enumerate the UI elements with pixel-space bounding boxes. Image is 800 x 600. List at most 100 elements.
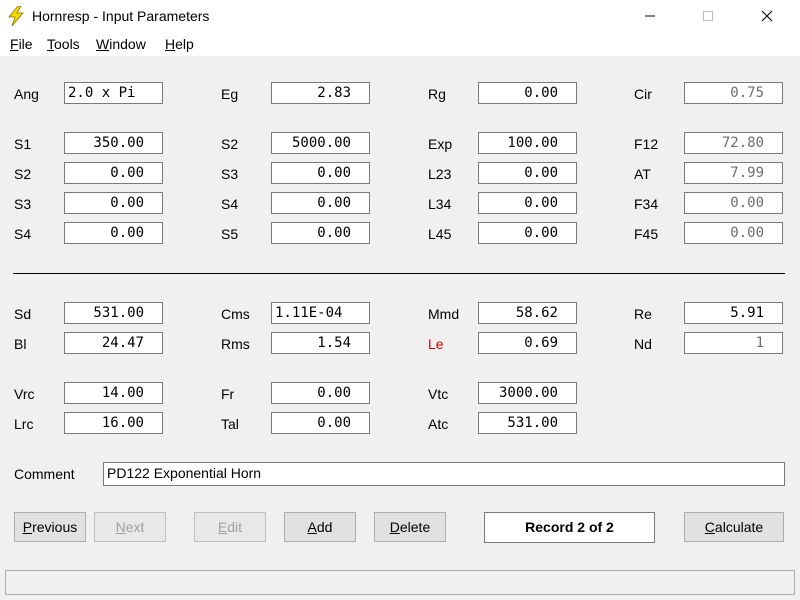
previous-button[interactable]: Previous bbox=[14, 512, 86, 542]
delete-label: elete bbox=[399, 519, 431, 535]
title-bar[interactable]: Hornresp - Input Parameters bbox=[0, 0, 800, 32]
eg-field[interactable]: 2.83 bbox=[271, 82, 370, 104]
vtc-field[interactable]: 3000.00 bbox=[478, 382, 577, 404]
calculate-button[interactable]: Calculate bbox=[684, 512, 784, 542]
mmd-field[interactable]: 58.62 bbox=[478, 302, 577, 324]
menu-help-label: elp bbox=[175, 36, 194, 52]
f45-field: 0.00 bbox=[684, 222, 783, 244]
sd-field[interactable]: 531.00 bbox=[64, 302, 163, 324]
atc-field[interactable]: 531.00 bbox=[478, 412, 577, 434]
calculate-mnemonic: C bbox=[704, 519, 715, 535]
f12-field: 72.80 bbox=[684, 132, 783, 154]
exp-field[interactable]: 100.00 bbox=[478, 132, 577, 154]
s4-field[interactable]: 0.00 bbox=[271, 192, 370, 214]
lrc-label: Lrc bbox=[14, 416, 34, 432]
fr-label: Fr bbox=[221, 386, 235, 402]
record-indicator: Record 2 of 2 bbox=[484, 512, 655, 543]
s2-seg2-field[interactable]: 0.00 bbox=[64, 162, 163, 184]
lightning-bolt-icon bbox=[8, 6, 24, 26]
close-button[interactable] bbox=[744, 0, 790, 32]
maximize-icon bbox=[703, 11, 713, 21]
window-title: Hornresp - Input Parameters bbox=[32, 8, 210, 24]
l34-label: L34 bbox=[428, 196, 452, 212]
delete-button[interactable]: Delete bbox=[374, 512, 446, 542]
menu-window[interactable]: Window bbox=[96, 36, 146, 52]
rg-label: Rg bbox=[428, 86, 446, 102]
next-button[interactable]: Next bbox=[94, 512, 166, 542]
fr-field[interactable]: 0.00 bbox=[271, 382, 370, 404]
atc-label: Atc bbox=[428, 416, 449, 432]
le-field[interactable]: 0.69 bbox=[478, 332, 577, 354]
tal-field[interactable]: 0.00 bbox=[271, 412, 370, 434]
s2-seg2-label: S2 bbox=[14, 166, 32, 182]
vrc-label: Vrc bbox=[14, 386, 35, 402]
re-label: Re bbox=[634, 306, 652, 322]
mmd-label: Mmd bbox=[428, 306, 460, 322]
s2-label: S2 bbox=[221, 136, 239, 152]
cir-label: Cir bbox=[634, 86, 652, 102]
edit-button[interactable]: Edit bbox=[194, 512, 266, 542]
exp-label: Exp bbox=[428, 136, 453, 152]
calculate-label: alculate bbox=[714, 519, 764, 535]
s2-field[interactable]: 5000.00 bbox=[271, 132, 370, 154]
cms-label: Cms bbox=[221, 306, 250, 322]
menu-tools[interactable]: Tools bbox=[47, 36, 80, 52]
l45-field[interactable]: 0.00 bbox=[478, 222, 577, 244]
s3-field[interactable]: 0.00 bbox=[271, 162, 370, 184]
s4-label: S4 bbox=[221, 196, 239, 212]
menu-file-mnemonic: F bbox=[10, 36, 19, 52]
s4-seg4-label: S4 bbox=[14, 226, 32, 242]
rg-field[interactable]: 0.00 bbox=[478, 82, 577, 104]
tal-label: Tal bbox=[221, 416, 239, 432]
lrc-field[interactable]: 16.00 bbox=[64, 412, 163, 434]
s4-seg4-field[interactable]: 0.00 bbox=[64, 222, 163, 244]
menu-help[interactable]: Help bbox=[165, 36, 194, 52]
ang-field[interactable]: 2.0 x Pi bbox=[64, 82, 163, 104]
minimize-button[interactable] bbox=[627, 0, 673, 32]
bl-field[interactable]: 24.47 bbox=[64, 332, 163, 354]
previous-label: revious bbox=[32, 519, 78, 535]
comment-label: Comment bbox=[14, 466, 75, 482]
f34-label: F34 bbox=[634, 196, 659, 212]
s5-label: S5 bbox=[221, 226, 239, 242]
vrc-field[interactable]: 14.00 bbox=[64, 382, 163, 404]
f12-label: F12 bbox=[634, 136, 659, 152]
f45-label: F45 bbox=[634, 226, 659, 242]
le-label[interactable]: Le bbox=[428, 336, 444, 352]
cir-field: 0.75 bbox=[684, 82, 783, 104]
comment-field[interactable]: PD122 Exponential Horn bbox=[103, 462, 785, 486]
edit-label: dit bbox=[227, 519, 243, 535]
at-field: 7.99 bbox=[684, 162, 783, 184]
menu-window-label: indow bbox=[109, 36, 146, 52]
menu-tools-label: ools bbox=[54, 36, 80, 52]
rms-field[interactable]: 1.54 bbox=[271, 332, 370, 354]
ang-label: Ang bbox=[14, 86, 39, 102]
s1-label: S1 bbox=[14, 136, 32, 152]
s3-label: S3 bbox=[221, 166, 239, 182]
add-label: dd bbox=[316, 519, 333, 535]
l23-field[interactable]: 0.00 bbox=[478, 162, 577, 184]
status-bar bbox=[5, 570, 795, 595]
menu-bar: File Tools Window Help bbox=[0, 32, 800, 56]
cms-field[interactable]: 1.11E-04 bbox=[271, 302, 370, 324]
maximize-button[interactable] bbox=[685, 0, 731, 32]
delete-mnemonic: D bbox=[389, 519, 400, 535]
menu-file[interactable]: File bbox=[10, 36, 33, 52]
s3-seg3-field[interactable]: 0.00 bbox=[64, 192, 163, 214]
add-button[interactable]: Add bbox=[284, 512, 356, 542]
l34-field[interactable]: 0.00 bbox=[478, 192, 577, 214]
section-divider bbox=[13, 273, 785, 274]
s5-field[interactable]: 0.00 bbox=[271, 222, 370, 244]
re-field[interactable]: 5.91 bbox=[684, 302, 783, 324]
f34-field: 0.00 bbox=[684, 192, 783, 214]
menu-tools-mnemonic: T bbox=[47, 36, 54, 52]
menu-help-mnemonic: H bbox=[165, 36, 176, 52]
s1-field[interactable]: 350.00 bbox=[64, 132, 163, 154]
menu-window-mnemonic: W bbox=[96, 36, 110, 52]
close-icon bbox=[761, 10, 773, 22]
menu-file-label: ile bbox=[18, 36, 33, 52]
next-label: ext bbox=[125, 519, 145, 535]
add-mnemonic: A bbox=[307, 519, 317, 535]
nd-field: 1 bbox=[684, 332, 783, 354]
eg-label: Eg bbox=[221, 86, 239, 102]
